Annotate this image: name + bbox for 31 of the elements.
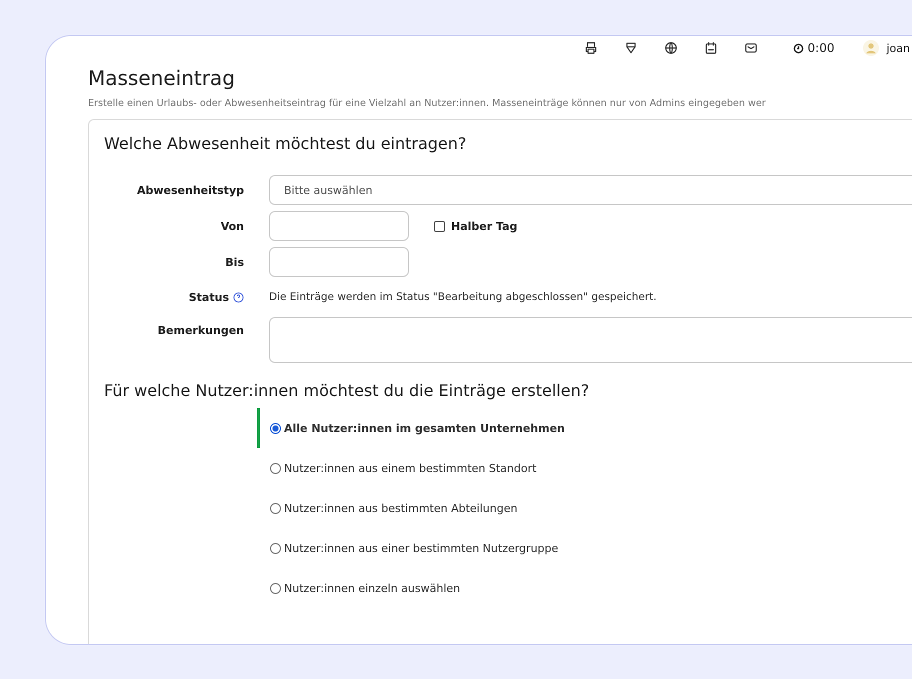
page-description: Erstelle einen Urlaubs- oder Abwesenheitseintrag für eine Vielzahl an Nutzer:innen. Masseneinträge können nur von Admins eingegeben wer xyxy=(88,98,767,109)
user-scope-option[interactable]: Nutzer:innen aus bestimmten Abteilungen xyxy=(257,488,912,528)
user-scope-option[interactable]: Nutzer:innen aus einer bestimmten Nutzergruppe xyxy=(257,528,912,568)
timer[interactable]: 0:00 xyxy=(792,41,834,55)
half-day-checkbox[interactable]: Halber Tag xyxy=(434,220,518,232)
field-label: Von xyxy=(220,220,244,232)
remarks-field[interactable] xyxy=(269,317,912,363)
field-label: Abwesenheitstyp xyxy=(136,184,244,196)
help-icon[interactable] xyxy=(233,292,244,302)
field-label: Bis xyxy=(225,256,244,268)
user-scope-option[interactable]: Nutzer:innen einzeln auswählen xyxy=(257,568,912,608)
section-title: Für welche Nutzer:innen möchtest du die Einträge erstellen? xyxy=(104,381,590,400)
radio-button[interactable] xyxy=(270,502,281,514)
radio-button[interactable] xyxy=(270,422,281,434)
checkbox[interactable] xyxy=(434,220,445,232)
clock-icon xyxy=(792,42,804,54)
date-field[interactable] xyxy=(269,247,409,277)
field-label: Bemerkungen xyxy=(158,324,244,337)
radio-button[interactable] xyxy=(270,462,281,474)
radio-button[interactable] xyxy=(270,542,281,554)
avatar-icon xyxy=(862,40,878,56)
field-label: Status xyxy=(188,290,229,304)
section-title: Welche Abwesenheit möchtest du eintragen? xyxy=(104,134,468,153)
user-menu[interactable]: joan xyxy=(862,40,910,56)
date-field[interactable] xyxy=(269,211,409,241)
user-scope-option[interactable]: Alle Nutzer:innen im gesamten Unternehmen xyxy=(257,408,912,448)
absence-type-select[interactable]: Bitte auswählen xyxy=(269,175,912,205)
user-scope-option[interactable]: Nutzer:innen aus einem bestimmten Standort xyxy=(257,448,912,488)
radio-button[interactable] xyxy=(270,582,281,594)
status-text: Die Einträge werden im Status "Bearbeitung abgeschlossen" gespeichert. xyxy=(269,291,657,303)
page-title: Masseneintrag xyxy=(88,66,236,90)
